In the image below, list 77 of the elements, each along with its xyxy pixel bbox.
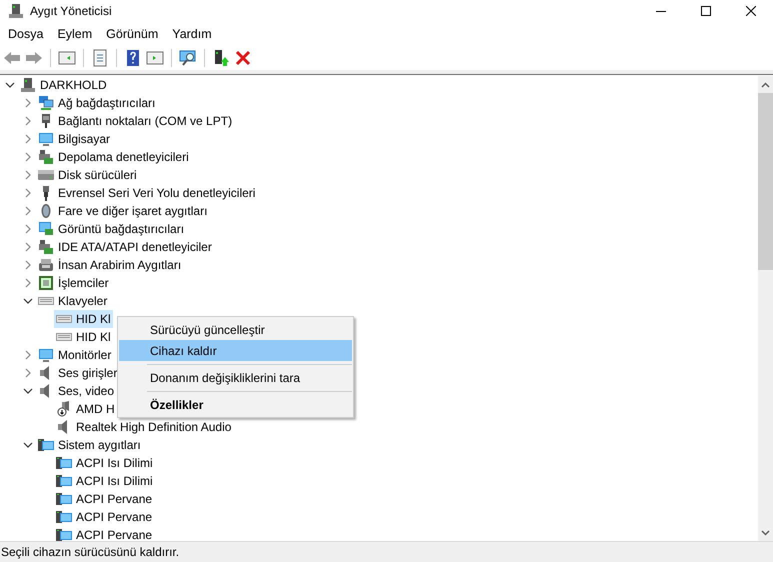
chevron-down-icon[interactable] (23, 298, 33, 304)
chevron-right-icon[interactable] (25, 152, 31, 162)
computer-icon (8, 3, 24, 19)
chevron-right-icon[interactable] (25, 116, 31, 126)
system-device-icon (56, 491, 72, 507)
system-device-icon (38, 437, 54, 453)
tree-item[interactable]: ACPI Pervane (54, 526, 154, 541)
window-title: Aygıt Yöneticisi (30, 4, 112, 18)
system-device-icon (56, 527, 72, 541)
tree-item[interactable]: IDE ATA/ATAPI denetleyiciler (36, 238, 214, 256)
menu-item[interactable]: Eylem (50, 24, 100, 44)
tree-item[interactable]: Disk sürücüleri (36, 166, 139, 184)
scroll-down-icon[interactable] (761, 530, 770, 536)
menu-item[interactable]: Yardım (165, 24, 219, 44)
close-icon (746, 6, 756, 16)
network-icon (38, 95, 54, 111)
chevron-right-icon[interactable] (25, 224, 31, 234)
chevron-right-icon[interactable] (25, 368, 31, 378)
monitor-icon (38, 347, 54, 363)
computer-icon (20, 77, 36, 93)
tree-item[interactable]: ACPI Pervane (54, 508, 154, 526)
tree-item[interactable]: İşlemciler (36, 274, 111, 292)
storage-icon (38, 149, 54, 165)
monitor-card-icon (38, 221, 54, 237)
tree-item[interactable]: Ağ bağdaştırıcıları (36, 94, 158, 112)
menu-item[interactable]: Donanım değişikliklerini tara (119, 367, 352, 388)
menu-item[interactable]: Özellikler (119, 394, 352, 415)
system-device-icon (56, 455, 72, 471)
tree-item[interactable]: AMD H (54, 400, 117, 418)
chevron-right-icon[interactable] (25, 170, 31, 180)
tree-item[interactable]: Monitörler (36, 346, 114, 364)
tree-item[interactable]: Görüntü bağdaştırıcıları (36, 220, 186, 238)
maximize-icon (700, 6, 710, 16)
chevron-right-icon[interactable] (25, 98, 31, 108)
chevron-right-icon[interactable] (25, 278, 31, 288)
tree-item[interactable]: Ses, video (36, 382, 116, 400)
chevron-right-icon[interactable] (25, 188, 31, 198)
tree-item[interactable]: ACPI Isı Dilimi (54, 472, 155, 490)
scrollbar[interactable] (758, 76, 773, 541)
status-text: Seçili cihazın sürücüsünü kaldırır. (0, 545, 180, 559)
chevron-down-icon[interactable] (23, 388, 33, 394)
tree-item[interactable]: Bağlantı noktaları (COM ve LPT) (36, 112, 234, 130)
system-device-icon (56, 473, 72, 489)
chevron-right-icon[interactable] (25, 260, 31, 270)
tree-item[interactable]: Ses girişler (36, 364, 120, 382)
tree-item[interactable]: HID Kl (54, 310, 113, 328)
speaker-arrow-icon (56, 401, 72, 417)
chevron-down-icon[interactable] (5, 82, 15, 88)
scroll-thumb[interactable] (758, 93, 773, 270)
tree-item[interactable]: İnsan Arabirim Aygıtları (36, 256, 184, 274)
tree-item[interactable]: DARKHOLD (18, 76, 109, 94)
disk-drive-icon (38, 167, 54, 183)
monitor-icon (38, 131, 54, 147)
tree-item[interactable]: Evrensel Seri Veri Yolu denetleyicileri (36, 184, 258, 202)
system-device-icon (56, 509, 72, 525)
tree-item[interactable]: Klavyeler (36, 292, 110, 310)
chevron-right-icon[interactable] (25, 242, 31, 252)
menu-item[interactable]: Dosya (1, 24, 50, 44)
tree-item[interactable]: HID Kl (54, 328, 113, 346)
menu-item[interactable]: Sürücüyü güncelleştir (119, 319, 352, 340)
tree-item[interactable]: ACPI Isı Dilimi (54, 454, 155, 472)
chevron-right-icon[interactable] (25, 206, 31, 216)
storage-icon (38, 239, 54, 255)
menu-item[interactable]: Cihazı kaldır (119, 340, 352, 361)
chevron-right-icon[interactable] (25, 134, 31, 144)
chip-icon (38, 275, 54, 291)
menu-item[interactable]: Görünüm (99, 24, 166, 44)
tree-item[interactable]: ACPI Pervane (54, 490, 154, 508)
chevron-down-icon[interactable] (23, 442, 33, 448)
keyboard-device-icon (38, 257, 54, 273)
tree-item[interactable]: Fare ve diğer işaret aygıtları (36, 202, 210, 220)
tree-item[interactable]: Bilgisayar (36, 130, 112, 148)
tree-item[interactable]: Realtek High Definition Audio (54, 418, 234, 436)
tree-item[interactable]: Sistem aygıtları (36, 436, 143, 454)
scroll-up-icon[interactable] (761, 82, 770, 88)
chevron-right-icon[interactable] (25, 350, 31, 360)
tree-item[interactable]: Depolama denetleyicileri (36, 148, 191, 166)
